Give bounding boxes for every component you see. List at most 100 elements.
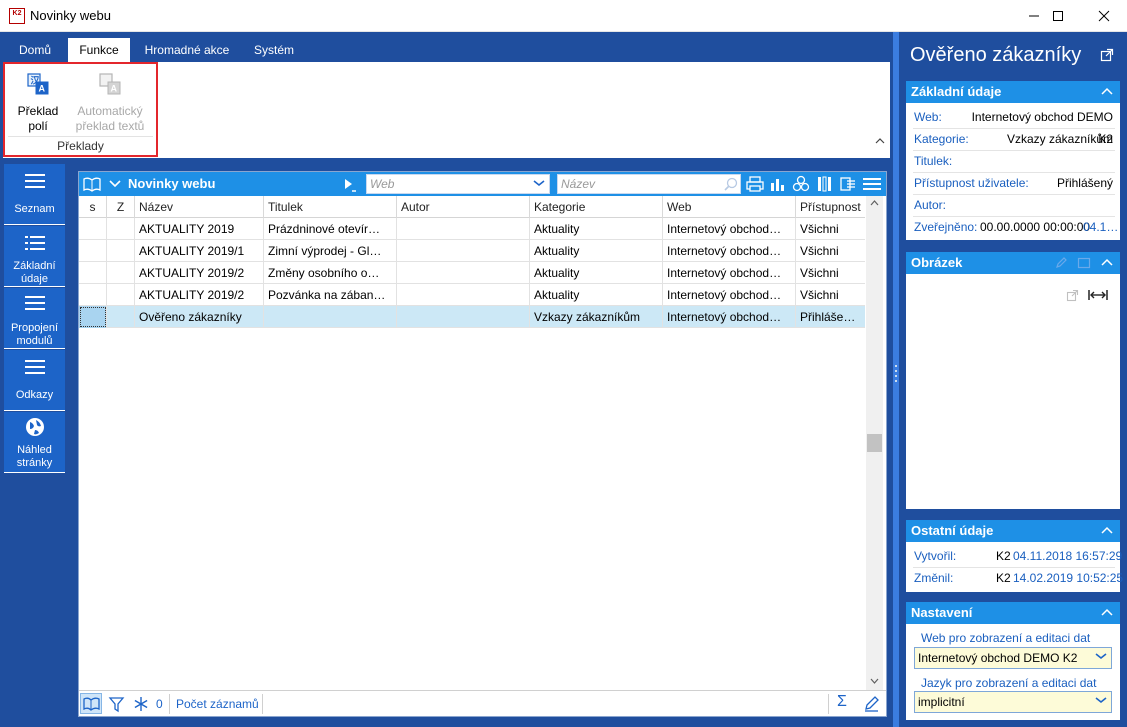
cell-web: Internetový obchod… bbox=[663, 306, 796, 328]
sum-icon[interactable]: Σ bbox=[837, 693, 847, 711]
cell-z bbox=[107, 284, 135, 306]
columns-icon[interactable] bbox=[816, 175, 834, 193]
changed-user: K2 bbox=[996, 571, 1011, 585]
tab-funkce[interactable]: Funkce bbox=[68, 38, 130, 62]
close-button[interactable] bbox=[1081, 0, 1127, 32]
sidebar-item-label-2: stránky bbox=[16, 457, 53, 469]
language-setting-select[interactable]: implicitní bbox=[914, 691, 1112, 713]
edit-image-icon[interactable] bbox=[1054, 256, 1068, 270]
cell-web: Internetový obchod… bbox=[663, 218, 796, 240]
sidebar-item-label: Odkazy bbox=[15, 389, 54, 401]
dropdown-icon[interactable] bbox=[533, 180, 545, 188]
sidebar-item-propojeni-modulu[interactable]: Propojení modulů bbox=[4, 288, 65, 349]
image-section bbox=[906, 274, 1120, 509]
translate-icon: 汉 A bbox=[27, 73, 49, 95]
menu-icon bbox=[24, 296, 45, 310]
table-row[interactable]: Ověřeno zákazníky Vzkazy zákazníkům Intern… bbox=[79, 306, 865, 328]
chevron-down-icon[interactable] bbox=[108, 179, 122, 189]
table-row[interactable]: AKTUALITY 2019 Prázdninové otevír… Aktuali… bbox=[79, 218, 865, 240]
changed-date[interactable]: 14.02.2019 10:52:25 bbox=[1013, 567, 1123, 589]
web-setting-select[interactable]: Internetový obchod DEMO K2 bbox=[914, 647, 1112, 669]
cell-kategorie: Aktuality bbox=[530, 262, 663, 284]
edit-icon[interactable] bbox=[863, 696, 879, 712]
column-header-kategorie[interactable]: Kategorie bbox=[530, 196, 663, 218]
web-filter-input[interactable]: Web bbox=[366, 174, 550, 194]
app-icon: K2 bbox=[9, 8, 25, 24]
popout-icon[interactable] bbox=[1100, 48, 1114, 62]
language-setting-label: Jazyk pro zobrazení a editaci dat bbox=[921, 676, 1097, 690]
column-header-pristupnost[interactable]: Přístupnost bbox=[796, 196, 865, 218]
column-header-s[interactable]: s bbox=[79, 196, 107, 218]
web-value: Internetový obchod DEMO K2 bbox=[971, 110, 1113, 146]
sidebar-item-label-2: modulů bbox=[16, 335, 53, 347]
image-icon[interactable] bbox=[1077, 256, 1091, 270]
chevron-up-icon[interactable] bbox=[1100, 524, 1114, 538]
cell-titulek: Změny osobního o… bbox=[264, 262, 397, 284]
filter-icon[interactable] bbox=[108, 696, 126, 714]
ribbon-collapse-button[interactable] bbox=[874, 135, 888, 149]
menu-icon bbox=[24, 174, 45, 188]
cell-pristupnost: Všichni bbox=[800, 288, 839, 302]
cell-autor bbox=[397, 262, 530, 284]
book-icon[interactable] bbox=[83, 176, 101, 192]
export-icon[interactable] bbox=[839, 175, 857, 193]
scroll-up-icon[interactable] bbox=[870, 200, 879, 206]
auto-translate-label-2: překlad textů bbox=[75, 119, 145, 133]
published-value: 00.00.0000 00:00:00 bbox=[980, 220, 1091, 234]
section-title: Ostatní údaje bbox=[911, 523, 994, 538]
column-header-z[interactable]: Z bbox=[107, 196, 135, 218]
section-header-basic[interactable]: Základní údaje bbox=[906, 81, 1120, 103]
sidebar-item-nahled-stranky[interactable]: Náhled stránky bbox=[4, 412, 65, 473]
cell-autor bbox=[397, 240, 530, 262]
dropdown-icon[interactable] bbox=[1095, 697, 1107, 705]
list-icon bbox=[24, 236, 45, 250]
tab-hromadne-akce[interactable]: Hromadné akce bbox=[136, 38, 238, 62]
table-row[interactable]: AKTUALITY 2019/2 Pozvánka na zában… Aktual… bbox=[79, 284, 865, 306]
menu-icon bbox=[24, 360, 45, 374]
maximize-button[interactable] bbox=[1035, 0, 1081, 32]
column-header-web[interactable]: Web bbox=[663, 196, 796, 218]
snowflake-icon[interactable] bbox=[133, 696, 149, 712]
published-link[interactable]: 04.1… bbox=[1083, 216, 1118, 238]
translate-fields-button[interactable]: 汉 A Překlad polí bbox=[10, 68, 66, 136]
filter-group-icon[interactable] bbox=[792, 175, 810, 193]
section-header-other[interactable]: Ostatní údaje bbox=[906, 520, 1120, 542]
sidebar-item-odkazy[interactable]: Odkazy bbox=[4, 350, 65, 411]
tab-system[interactable]: Systém bbox=[244, 38, 304, 62]
column-header-titulek[interactable]: Titulek bbox=[264, 196, 397, 218]
vertical-scrollbar[interactable] bbox=[866, 196, 883, 690]
chevron-up-icon[interactable] bbox=[1100, 85, 1114, 99]
play-icon[interactable] bbox=[343, 177, 357, 193]
chevron-up-icon[interactable] bbox=[1100, 256, 1114, 270]
table-row[interactable]: AKTUALITY 2019/2 Změny osobního o… Aktuali… bbox=[79, 262, 865, 284]
category-label: Kategorie: bbox=[914, 132, 969, 146]
sidebar-item-seznam[interactable]: Seznam bbox=[4, 164, 65, 225]
created-date[interactable]: 04.11.2018 16:57:29 bbox=[1013, 545, 1122, 567]
tab-domu[interactable]: Domů bbox=[7, 38, 63, 62]
name-filter-input[interactable]: Název bbox=[557, 174, 741, 194]
book-toggle-button[interactable] bbox=[80, 693, 102, 714]
print-icon[interactable] bbox=[746, 175, 764, 193]
section-header-settings[interactable]: Nastavení bbox=[906, 602, 1120, 624]
auto-translate-button[interactable]: A Automatický překlad textů bbox=[70, 68, 150, 136]
detail-title: Ověřeno zákazníky bbox=[910, 44, 1082, 66]
fit-width-icon[interactable] bbox=[1088, 289, 1108, 301]
chevron-up-icon[interactable] bbox=[1100, 606, 1114, 620]
scrollbar-thumb[interactable] bbox=[867, 434, 882, 452]
chart-icon[interactable] bbox=[769, 175, 787, 193]
menu-icon[interactable] bbox=[862, 175, 882, 193]
cell-z bbox=[107, 306, 135, 328]
column-header-autor[interactable]: Autor bbox=[397, 196, 530, 218]
cell-z bbox=[107, 262, 135, 284]
sidebar-item-zakladni-udaje[interactable]: Základní údaje bbox=[4, 226, 65, 287]
table-row[interactable]: AKTUALITY 2019/1 Zimní výprodej - Gl… Aktu… bbox=[79, 240, 865, 262]
dropdown-icon[interactable] bbox=[1095, 653, 1107, 661]
record-count-label[interactable]: Počet záznamů bbox=[176, 697, 259, 711]
cell-autor bbox=[397, 284, 530, 306]
search-icon[interactable] bbox=[724, 177, 738, 191]
scroll-down-icon[interactable] bbox=[870, 678, 879, 684]
popout-icon[interactable] bbox=[1066, 289, 1079, 302]
column-header-nazev[interactable]: Název bbox=[135, 196, 264, 218]
sidebar-item-label: Propojení bbox=[10, 322, 59, 334]
cell-autor bbox=[397, 218, 530, 240]
